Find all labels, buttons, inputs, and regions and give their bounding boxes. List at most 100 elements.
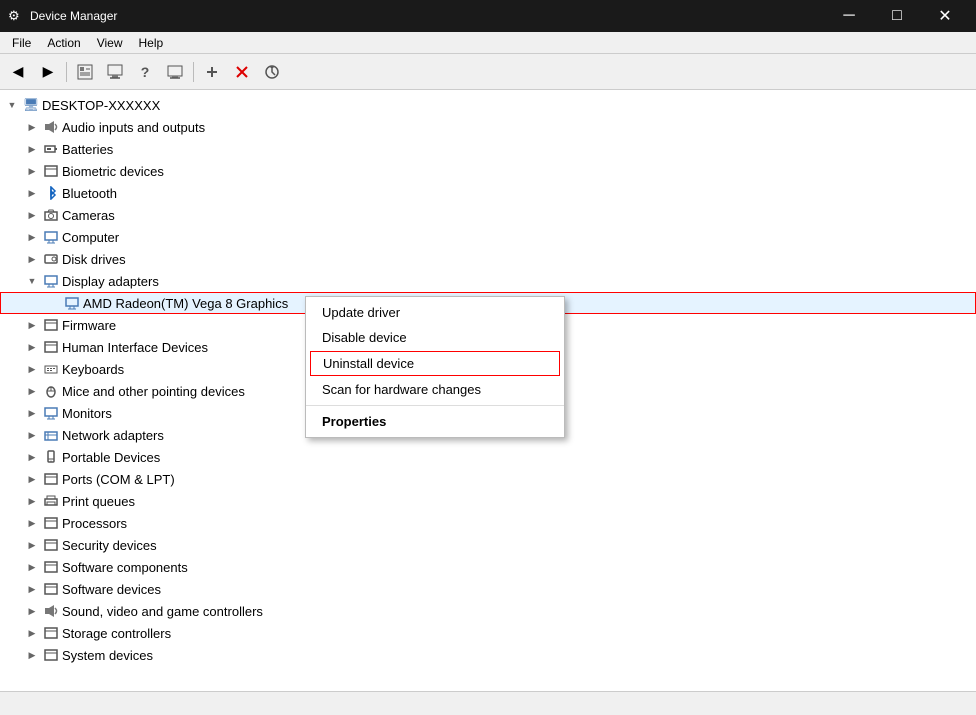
label-computer: Computer bbox=[62, 230, 119, 245]
close-button[interactable]: ✕ bbox=[922, 0, 968, 32]
properties-button[interactable] bbox=[71, 58, 99, 86]
add-legacy-button[interactable] bbox=[198, 58, 226, 86]
tree-item-batteries[interactable]: ▶Batteries bbox=[0, 138, 976, 160]
expand-network[interactable]: ▶ bbox=[24, 427, 40, 443]
ctx-properties[interactable]: Properties bbox=[306, 409, 564, 434]
tree-item-biometric[interactable]: ▶ Biometric devices bbox=[0, 160, 976, 182]
icon-biometric bbox=[43, 163, 59, 179]
label-amd: AMD Radeon(TM) Vega 8 Graphics bbox=[83, 296, 288, 311]
menu-view[interactable]: View bbox=[89, 34, 131, 52]
icon-ports bbox=[43, 471, 59, 487]
tree-item-swdev[interactable]: ▶Software devices bbox=[0, 578, 976, 600]
update-icon bbox=[107, 64, 123, 80]
update-driver-button[interactable] bbox=[101, 58, 129, 86]
forward-button[interactable]: ▶ bbox=[34, 58, 62, 86]
expand-processors[interactable]: ▶ bbox=[24, 515, 40, 531]
tree-item-swcomp[interactable]: ▶ Software components bbox=[0, 556, 976, 578]
expand-swcomp[interactable]: ▶ bbox=[24, 559, 40, 575]
tree-item-ports[interactable]: ▶ Ports (COM & LPT) bbox=[0, 468, 976, 490]
tree-item-system[interactable]: ▶ System devices bbox=[0, 644, 976, 666]
back-button[interactable]: ◀ bbox=[4, 58, 32, 86]
icon-keyboards bbox=[43, 361, 59, 377]
tree-item-bluetooth[interactable]: ▶ Bluetooth bbox=[0, 182, 976, 204]
tree-root[interactable]: ▼ 🖥 DESKTOP-XXXXXX bbox=[0, 94, 976, 116]
expand-sound[interactable]: ▶ bbox=[24, 603, 40, 619]
label-display: Display adapters bbox=[62, 274, 159, 289]
label-print: Print queues bbox=[62, 494, 135, 509]
expand-hid[interactable]: ▶ bbox=[24, 339, 40, 355]
menu-file[interactable]: File bbox=[4, 34, 39, 52]
toolbar-sep-1 bbox=[66, 62, 67, 82]
tree-item-portable[interactable]: ▶Portable Devices bbox=[0, 446, 976, 468]
expand-portable[interactable]: ▶ bbox=[24, 449, 40, 465]
expand-audio[interactable]: ▶ bbox=[24, 119, 40, 135]
ctx-update-driver[interactable]: Update driver bbox=[306, 300, 564, 325]
tree-item-processors[interactable]: ▶ Processors bbox=[0, 512, 976, 534]
tree-item-display[interactable]: ▼ Display adapters bbox=[0, 270, 976, 292]
expand-keyboards[interactable]: ▶ bbox=[24, 361, 40, 377]
icon-print bbox=[43, 493, 59, 509]
icon-batteries bbox=[43, 141, 59, 157]
icon-mice bbox=[43, 383, 59, 399]
expand-ports[interactable]: ▶ bbox=[24, 471, 40, 487]
tree-item-computer[interactable]: ▶ Computer bbox=[0, 226, 976, 248]
icon-display bbox=[43, 273, 59, 289]
label-firmware: Firmware bbox=[62, 318, 116, 333]
menu-action[interactable]: Action bbox=[39, 34, 88, 52]
expand-disk[interactable]: ▶ bbox=[24, 251, 40, 267]
context-menu: Update driver Disable device Uninstall d… bbox=[305, 296, 565, 438]
label-processors: Processors bbox=[62, 516, 127, 531]
expand-biometric[interactable]: ▶ bbox=[24, 163, 40, 179]
label-audio: Audio inputs and outputs bbox=[62, 120, 205, 135]
minimize-button[interactable]: ─ bbox=[826, 0, 872, 32]
expand-amd[interactable] bbox=[45, 295, 61, 311]
window-title: Device Manager bbox=[30, 9, 826, 23]
add-icon bbox=[204, 64, 220, 80]
expand-storage[interactable]: ▶ bbox=[24, 625, 40, 641]
computer-icon: 🖥 bbox=[23, 97, 39, 113]
expand-security[interactable]: ▶ bbox=[24, 537, 40, 553]
expand-print[interactable]: ▶ bbox=[24, 493, 40, 509]
icon-system bbox=[43, 647, 59, 663]
tree-item-security[interactable]: ▶Security devices bbox=[0, 534, 976, 556]
expand-computer[interactable]: ▶ bbox=[24, 229, 40, 245]
expand-batteries[interactable]: ▶ bbox=[24, 141, 40, 157]
ctx-scan-hardware[interactable]: Scan for hardware changes bbox=[306, 377, 564, 402]
scan-icon bbox=[264, 64, 280, 80]
tree-item-cameras[interactable]: ▶Cameras bbox=[0, 204, 976, 226]
label-swcomp: Software components bbox=[62, 560, 188, 575]
menu-help[interactable]: Help bbox=[131, 34, 172, 52]
properties-icon bbox=[77, 64, 93, 80]
root-label: DESKTOP-XXXXXX bbox=[42, 98, 160, 113]
maximize-button[interactable]: □ bbox=[874, 0, 920, 32]
ctx-uninstall-device[interactable]: Uninstall device bbox=[310, 351, 560, 376]
expand-bluetooth[interactable]: ▶ bbox=[24, 185, 40, 201]
root-expand[interactable]: ▼ bbox=[4, 97, 20, 113]
label-bluetooth: Bluetooth bbox=[62, 186, 117, 201]
label-biometric: Biometric devices bbox=[62, 164, 164, 179]
label-system: System devices bbox=[62, 648, 153, 663]
icon-processors bbox=[43, 515, 59, 531]
icon-computer bbox=[43, 229, 59, 245]
expand-monitors[interactable]: ▶ bbox=[24, 405, 40, 421]
show-hidden-button[interactable] bbox=[161, 58, 189, 86]
expand-mice[interactable]: ▶ bbox=[24, 383, 40, 399]
expand-cameras[interactable]: ▶ bbox=[24, 207, 40, 223]
tree-item-storage[interactable]: ▶Storage controllers bbox=[0, 622, 976, 644]
expand-display[interactable]: ▼ bbox=[24, 273, 40, 289]
help-button[interactable]: ? bbox=[131, 58, 159, 86]
tree-item-sound[interactable]: ▶Sound, video and game controllers bbox=[0, 600, 976, 622]
icon-audio bbox=[43, 119, 59, 135]
expand-system[interactable]: ▶ bbox=[24, 647, 40, 663]
tree-item-audio[interactable]: ▶ Audio inputs and outputs bbox=[0, 116, 976, 138]
ctx-disable-device[interactable]: Disable device bbox=[306, 325, 564, 350]
icon-network bbox=[43, 427, 59, 443]
main-content: ▼ 🖥 DESKTOP-XXXXXX ▶ Audio inputs and out… bbox=[0, 90, 976, 691]
tree-item-disk[interactable]: ▶Disk drives bbox=[0, 248, 976, 270]
expand-swdev[interactable]: ▶ bbox=[24, 581, 40, 597]
label-ports: Ports (COM & LPT) bbox=[62, 472, 175, 487]
uninstall-button[interactable] bbox=[228, 58, 256, 86]
scan-changes-button[interactable] bbox=[258, 58, 286, 86]
tree-item-print[interactable]: ▶ Print queues bbox=[0, 490, 976, 512]
expand-firmware[interactable]: ▶ bbox=[24, 317, 40, 333]
